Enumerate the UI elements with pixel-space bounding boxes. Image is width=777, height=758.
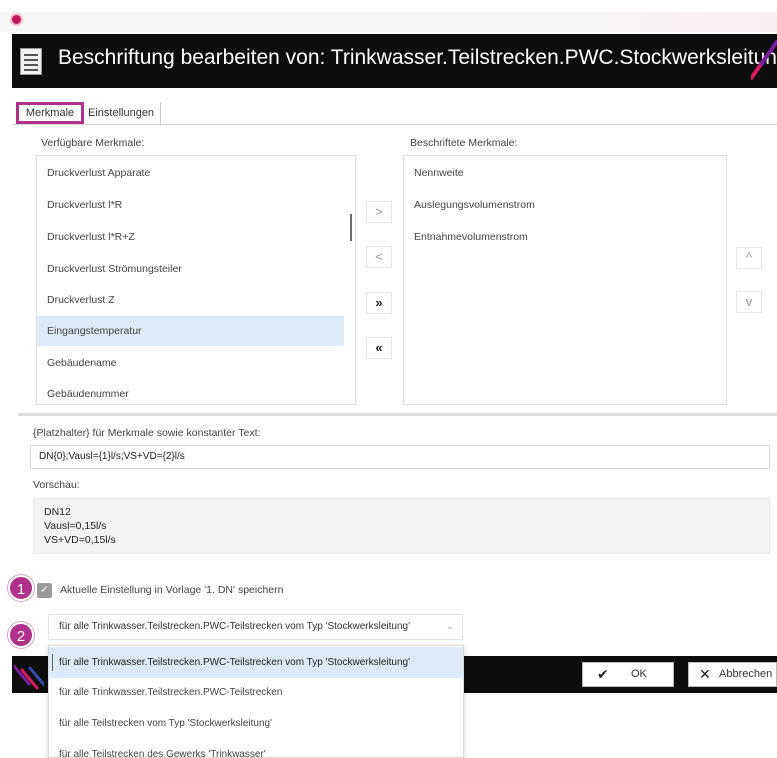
document-icon xyxy=(20,48,42,75)
preview-box: DN12 Vausl=0,15l/s VS+VD=0,15l/s xyxy=(33,498,770,554)
ok-button[interactable]: ✔ OK xyxy=(582,662,674,687)
list-item[interactable]: Druckverlust l*R xyxy=(37,190,355,220)
section-divider xyxy=(18,413,777,416)
top-strip-bar xyxy=(0,12,777,32)
annotation-badge-1: 1 xyxy=(8,575,34,601)
preview-line: DN12 xyxy=(44,506,71,518)
list-item[interactable]: Druckverlust Z xyxy=(37,285,355,315)
dropdown-option[interactable]: für alle Teilstrecken des Gewerks 'Trink… xyxy=(49,739,463,757)
tab-underline xyxy=(12,124,777,125)
dropdown-option-selected[interactable]: für alle Trinkwasser.Teilstrecken.PWC-Te… xyxy=(49,647,463,678)
dropdown-option[interactable]: für alle Teilstrecken vom Typ 'Stockwerk… xyxy=(49,708,463,739)
cancel-button[interactable]: ✕ Abbrechen xyxy=(688,662,777,687)
move-down-button[interactable]: v xyxy=(736,291,762,313)
preview-label: Vorschau: xyxy=(33,479,80,491)
save-template-checkbox[interactable]: ✓ xyxy=(37,583,52,598)
available-label: Verfügbare Merkmale: xyxy=(41,137,145,149)
tab-einstellungen[interactable]: Einstellungen xyxy=(84,102,162,124)
cancel-button-label: Abbrechen xyxy=(719,668,773,680)
list-scrollbar-thumb[interactable] xyxy=(350,214,352,241)
list-item[interactable]: Druckverlust Apparate xyxy=(37,158,355,188)
scope-select[interactable]: für alle Trinkwasser.Teilstrecken.PWC-Te… xyxy=(48,614,463,640)
remove-all-button[interactable]: « xyxy=(366,337,392,359)
footer-decoration xyxy=(14,660,44,690)
list-item[interactable]: Druckverlust l*R+Z xyxy=(37,222,355,252)
remove-button[interactable]: < xyxy=(366,246,392,268)
placeholder-input[interactable]: DN{0};Vausl={1}l/s;VS+VD={2}l/s xyxy=(30,445,770,469)
placeholder-label: {Platzhalter} für Merkmale sowie konstan… xyxy=(33,427,261,439)
move-up-button[interactable]: ^ xyxy=(736,247,762,269)
title-decoration xyxy=(751,34,777,88)
annotation-badge-2: 2 xyxy=(8,622,34,648)
x-icon: ✕ xyxy=(699,666,711,682)
preview-line: VS+VD=0,15l/s xyxy=(44,534,116,546)
list-item-selected[interactable]: Eingangstemperatur xyxy=(37,316,344,346)
scope-select-value: für alle Trinkwasser.Teilstrecken.PWC-Te… xyxy=(59,621,410,632)
add-button[interactable]: > xyxy=(366,201,392,223)
preview-line: Vausl=0,15l/s xyxy=(44,520,107,532)
checkmark-icon: ✔ xyxy=(597,666,609,682)
chevron-down-icon: ⌄ xyxy=(445,621,454,632)
available-list[interactable]: Druckverlust Apparate Druckverlust l*R D… xyxy=(36,155,356,405)
list-item[interactable]: Druckverlust Strömungsteiler xyxy=(37,254,355,284)
ok-button-label: OK xyxy=(631,668,647,680)
list-item[interactable]: Nennweite xyxy=(404,158,726,188)
app-icon xyxy=(12,15,21,24)
list-item[interactable]: Gebäudename xyxy=(37,348,355,378)
labeled-list[interactable]: Nennweite Auslegungsvolumenstrom Entnahm… xyxy=(403,155,727,405)
scope-dropdown-list[interactable]: für alle Trinkwasser.Teilstrecken.PWC-Te… xyxy=(48,645,464,758)
list-item[interactable]: Entnahmevolumenstrom xyxy=(404,222,726,252)
labeled-label: Beschriftete Merkmale: xyxy=(410,137,518,149)
window-title: Beschriftung bearbeiten von: Trinkwasser… xyxy=(58,46,777,69)
dropdown-option[interactable]: für alle Trinkwasser.Teilstrecken.PWC-Te… xyxy=(49,677,463,708)
title-bar: Beschriftung bearbeiten von: Trinkwasser… xyxy=(12,34,777,88)
add-all-button[interactable]: » xyxy=(366,292,392,314)
tab-merkmale[interactable]: Merkmale xyxy=(16,102,84,124)
window-top-strip xyxy=(0,0,777,34)
list-item[interactable]: Auslegungsvolumenstrom xyxy=(404,190,726,220)
save-template-label: Aktuelle Einstellung in Vorlage '1. DN' … xyxy=(60,584,284,596)
list-item[interactable]: Gebäudenummer xyxy=(37,379,355,409)
